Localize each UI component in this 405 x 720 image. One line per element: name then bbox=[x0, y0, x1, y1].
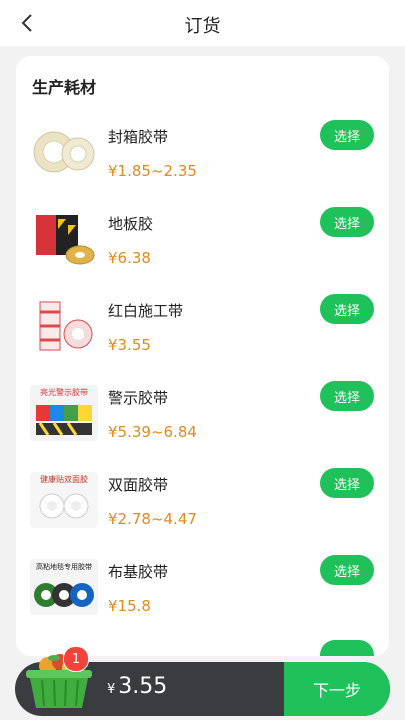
cart-total: ¥3.55 bbox=[107, 674, 167, 699]
product-name: 地板胶 bbox=[108, 215, 154, 233]
next-step-button[interactable]: 下一步 bbox=[284, 662, 390, 716]
product-image: 健康贴双面胶 bbox=[30, 472, 98, 528]
product-item[interactable]: 红白施工带 ¥3.55 选择 bbox=[16, 292, 389, 379]
product-image-caption: 亮光警示胶带 bbox=[40, 387, 88, 397]
product-list-card: 生产耗材 封箱胶带 ¥1.85~2.35 选择 地板胶 ¥6.38 选择 红白施… bbox=[16, 56, 389, 656]
product-name: 布基胶带 bbox=[108, 563, 169, 581]
product-item[interactable]: 高粘地毯专用胶带 布基胶带 ¥15.8 选择 bbox=[16, 553, 389, 640]
page-title: 订货 bbox=[184, 16, 221, 37]
product-item[interactable]: 地板胶 ¥6.38 选择 bbox=[16, 205, 389, 292]
product-price: ¥3.55 bbox=[108, 336, 151, 354]
product-price: ¥2.78~4.47 bbox=[108, 510, 197, 528]
product-price: ¥1.85~2.35 bbox=[108, 162, 197, 180]
select-button[interactable]: 选择 bbox=[320, 207, 374, 237]
product-price: ¥5.39~6.84 bbox=[108, 423, 197, 441]
select-button[interactable]: 选择 bbox=[320, 555, 374, 585]
select-button[interactable]: 选择 bbox=[320, 120, 374, 150]
product-item[interactable]: 封箱胶带 ¥1.85~2.35 选择 bbox=[16, 118, 389, 205]
select-button-partial[interactable] bbox=[320, 640, 374, 656]
product-name: 封箱胶带 bbox=[108, 128, 169, 146]
product-image: 高粘地毯专用胶带 bbox=[30, 559, 98, 615]
product-name: 双面胶带 bbox=[108, 476, 169, 494]
product-image bbox=[30, 124, 98, 180]
product-name: 警示胶带 bbox=[108, 389, 169, 407]
product-item[interactable]: 亮光警示胶带 警示胶带 ¥5.39~6.84 选择 bbox=[16, 379, 389, 466]
product-price: ¥15.8 bbox=[108, 597, 151, 615]
product-item[interactable]: 健康贴双面胶 双面胶带 ¥2.78~4.47 选择 bbox=[16, 466, 389, 553]
currency-symbol: ¥ bbox=[107, 682, 116, 697]
select-button[interactable]: 选择 bbox=[320, 468, 374, 498]
section-title: 生产耗材 bbox=[32, 78, 97, 97]
product-name: 红白施工带 bbox=[108, 302, 184, 320]
product-image-caption: 健康贴双面胶 bbox=[40, 474, 88, 484]
top-bar: 订货 bbox=[0, 0, 405, 46]
total-amount: 3.55 bbox=[118, 674, 168, 699]
product-image-caption: 高粘地毯专用胶带 bbox=[36, 562, 92, 571]
cart-count-badge: 1 bbox=[63, 646, 89, 672]
product-price: ¥6.38 bbox=[108, 249, 151, 267]
product-image bbox=[30, 298, 98, 354]
product-image: 亮光警示胶带 bbox=[30, 385, 98, 441]
select-button[interactable]: 选择 bbox=[320, 294, 374, 324]
product-image bbox=[30, 211, 98, 267]
select-button[interactable]: 选择 bbox=[320, 381, 374, 411]
